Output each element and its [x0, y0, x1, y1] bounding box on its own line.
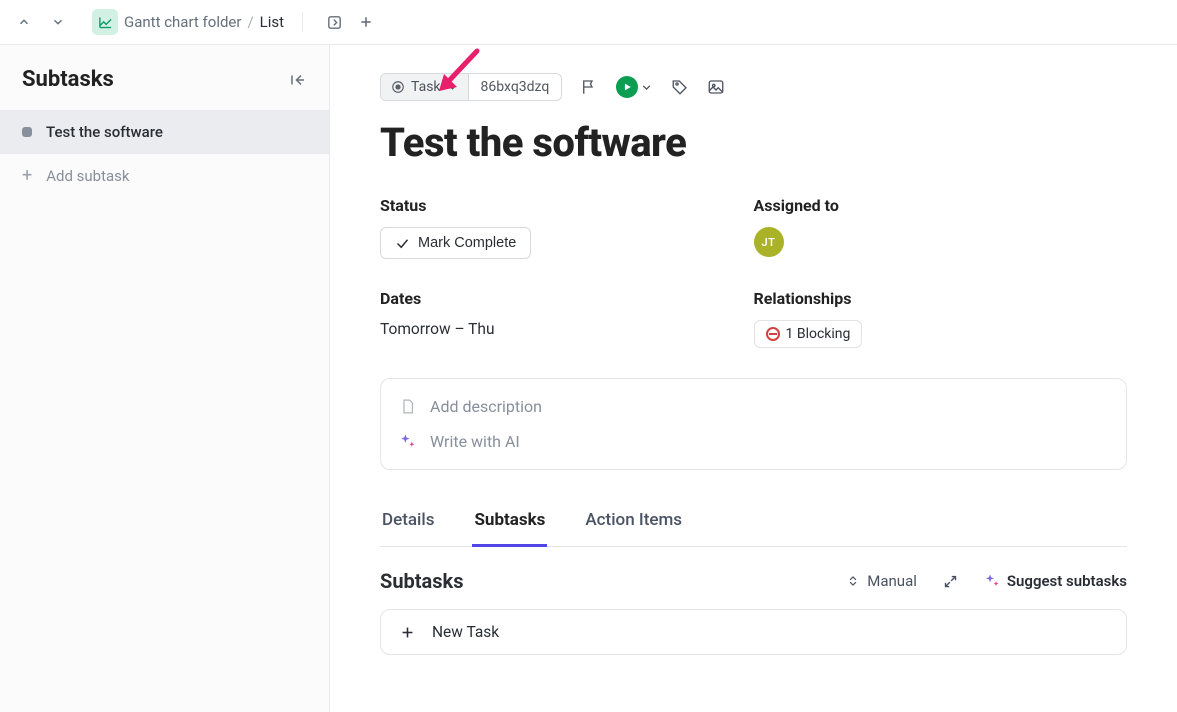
- breadcrumb-separator: /: [247, 13, 253, 31]
- mark-complete-button[interactable]: Mark Complete: [380, 227, 531, 259]
- tab-action-items[interactable]: Action Items: [583, 510, 684, 546]
- divider: [302, 12, 303, 32]
- time-tracking-button[interactable]: [616, 76, 653, 98]
- assigned-label: Assigned to: [754, 196, 1128, 215]
- tag-icon[interactable]: [671, 78, 689, 96]
- task-toolbar: Task 86bxq3dzq: [380, 73, 1127, 101]
- sidebar-title: Subtasks: [22, 67, 114, 92]
- plus-icon: +: [22, 167, 32, 185]
- new-task-label: New Task: [432, 623, 499, 641]
- add-subtask-label: Add subtask: [46, 167, 129, 185]
- field-assigned-to: Assigned to JT: [754, 196, 1128, 259]
- ai-sparkle-icon: [399, 433, 416, 450]
- task-type-id-chip: Task 86bxq3dzq: [380, 73, 562, 101]
- mark-complete-label: Mark Complete: [418, 235, 516, 251]
- image-icon[interactable]: [707, 78, 725, 96]
- add-subtask-button[interactable]: + Add subtask: [0, 154, 329, 198]
- breadcrumb-folder[interactable]: Gantt chart folder: [124, 13, 241, 31]
- write-with-ai-label: Write with AI: [430, 432, 520, 451]
- sort-label: Manual: [867, 572, 917, 590]
- flag-icon[interactable]: [580, 78, 598, 96]
- tab-subtasks[interactable]: Subtasks: [472, 510, 547, 547]
- dates-label: Dates: [380, 289, 754, 308]
- nav-up-icon[interactable]: [10, 8, 38, 36]
- blocking-text: 1 Blocking: [786, 326, 851, 342]
- task-tabs: Details Subtasks Action Items: [380, 510, 1127, 547]
- field-status: Status Mark Complete: [380, 196, 754, 259]
- task-type-label: Task: [411, 79, 441, 95]
- task-panel: Task 86bxq3dzq: [330, 45, 1177, 712]
- write-with-ai-row[interactable]: Write with AI: [389, 424, 1118, 459]
- play-icon: [616, 76, 638, 98]
- status-label: Status: [380, 196, 754, 215]
- dates-value[interactable]: Tomorrow – Thu: [380, 320, 754, 338]
- subtasks-header: Subtasks Manual Suggest subtasks: [380, 569, 1127, 593]
- blocking-icon: [766, 327, 780, 341]
- open-external-icon[interactable]: [321, 9, 347, 35]
- sort-dropdown[interactable]: Manual: [846, 572, 917, 590]
- subtasks-actions: Manual Suggest subtasks: [846, 572, 1127, 590]
- subtasks-sidebar: Subtasks Test the software + Add subtask: [0, 45, 330, 712]
- field-relationships: Relationships 1 Blocking: [754, 289, 1128, 348]
- expand-icon[interactable]: [943, 574, 958, 589]
- field-dates: Dates Tomorrow – Thu: [380, 289, 754, 348]
- suggest-label: Suggest subtasks: [1007, 572, 1127, 590]
- task-type-dropdown[interactable]: Task: [381, 74, 469, 100]
- blocking-chip[interactable]: 1 Blocking: [754, 320, 863, 348]
- task-id[interactable]: 86bxq3dzq: [469, 74, 562, 100]
- breadcrumb-current[interactable]: List: [260, 13, 284, 31]
- folder-icon[interactable]: [92, 9, 118, 35]
- breadcrumb[interactable]: Gantt chart folder / List: [124, 13, 284, 31]
- assignee-avatar[interactable]: JT: [754, 227, 784, 257]
- suggest-subtasks-button[interactable]: Suggest subtasks: [984, 572, 1127, 590]
- nav-down-icon[interactable]: [44, 8, 72, 36]
- add-description-row[interactable]: Add description: [389, 389, 1118, 424]
- description-box: Add description Write with AI: [380, 378, 1127, 470]
- subtasks-heading: Subtasks: [380, 569, 463, 593]
- status-dot-icon: [22, 127, 32, 137]
- sidebar-item-test-the-software[interactable]: Test the software: [0, 110, 329, 154]
- add-tab-icon[interactable]: [353, 9, 379, 35]
- task-title[interactable]: Test the software: [380, 119, 1127, 166]
- add-description-label: Add description: [430, 397, 542, 416]
- document-icon: [399, 398, 416, 415]
- tab-details[interactable]: Details: [380, 510, 436, 546]
- relationships-label: Relationships: [754, 289, 1128, 308]
- collapse-sidebar-icon[interactable]: [289, 71, 307, 89]
- top-bar: Gantt chart folder / List: [0, 0, 1177, 45]
- new-task-button[interactable]: New Task: [380, 609, 1127, 655]
- task-fields: Status Mark Complete Assigned to JT Date…: [380, 196, 1127, 348]
- sidebar-item-label: Test the software: [46, 123, 163, 141]
- chevron-down-icon[interactable]: [640, 81, 653, 94]
